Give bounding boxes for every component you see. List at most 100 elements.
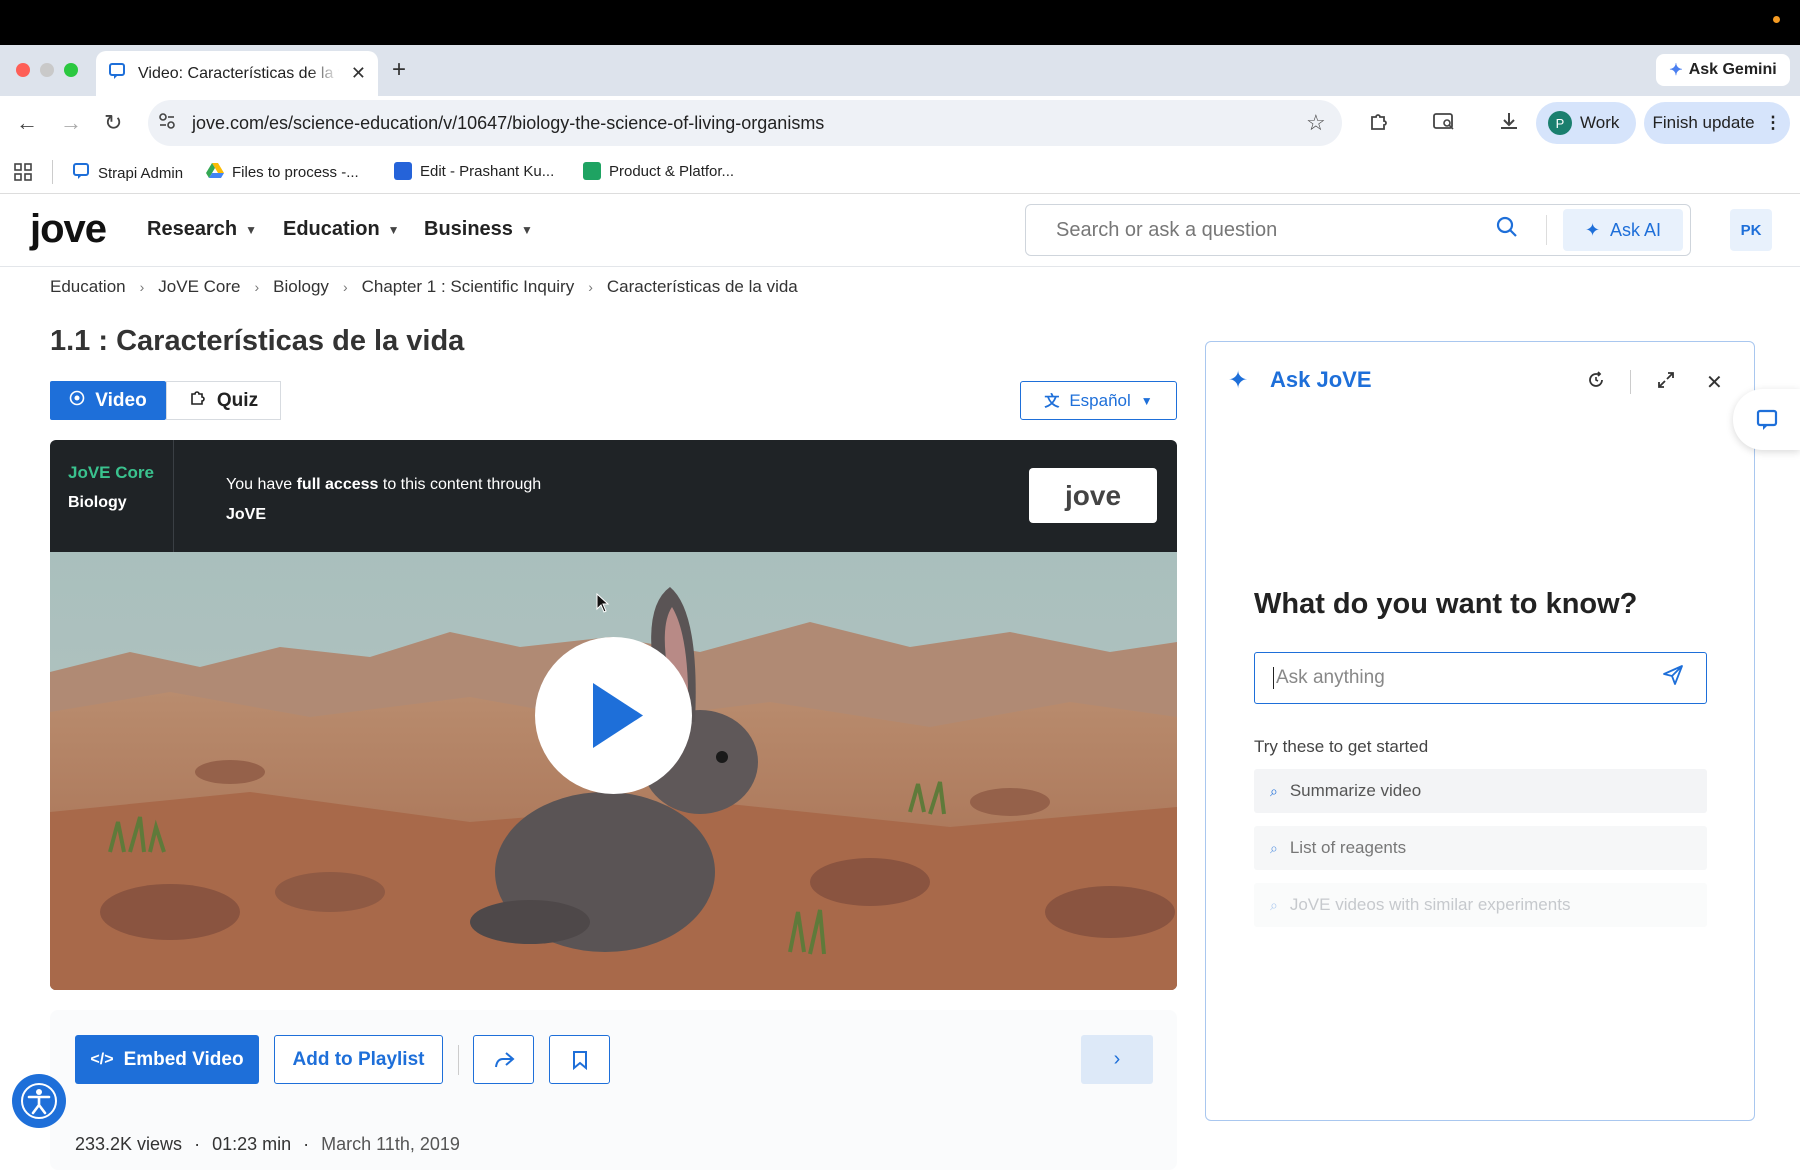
embed-video-button[interactable]: </> Embed Video — [75, 1035, 259, 1084]
suggestion-reagents[interactable]: ⌕ List of reagents — [1254, 826, 1707, 870]
chat-favicon-icon — [108, 62, 126, 85]
share-button[interactable] — [473, 1035, 534, 1084]
sparkle-icon: ✦ — [1584, 219, 1601, 240]
accessibility-icon — [21, 1083, 57, 1119]
bookmark-files[interactable]: Files to process -... — [206, 162, 359, 182]
reload-icon[interactable]: ↻ — [104, 110, 122, 136]
user-avatar[interactable]: PK — [1730, 209, 1772, 251]
profile-avatar: P — [1548, 111, 1572, 135]
chevron-down-icon: ▼ — [1140, 393, 1153, 408]
finish-update-label: Finish update — [1652, 113, 1755, 132]
gemini-sparkle-icon: ✦ — [1669, 62, 1683, 79]
bookmark-product[interactable]: Product & Platfor... — [583, 162, 734, 180]
search-placeholder: Search or ask a question — [1056, 219, 1278, 241]
google-drive-icon — [206, 162, 224, 182]
downloads-icon[interactable] — [1498, 110, 1520, 138]
chevron-right-icon: › — [342, 279, 348, 295]
history-icon[interactable] — [1586, 370, 1606, 396]
maximize-window-button[interactable] — [64, 63, 78, 77]
bookmark-edit[interactable]: Edit - Prashant Ku... — [394, 162, 554, 180]
chevron-right-icon: › — [588, 279, 593, 295]
ask-ai-button[interactable]: ✦ Ask AI — [1563, 209, 1683, 251]
jove-logo[interactable]: jove — [30, 207, 107, 252]
tab-search-icon[interactable] — [1432, 110, 1456, 138]
close-tab-icon[interactable]: ✕ — [351, 63, 366, 84]
chevron-right-icon: › — [1113, 1048, 1121, 1070]
breadcrumb-education[interactable]: Education — [50, 277, 126, 297]
accessibility-button[interactable] — [12, 1074, 66, 1128]
extensions-puzzle-icon[interactable] — [1368, 110, 1390, 138]
access-bold: full access — [296, 476, 379, 493]
ask-question-heading: What do you want to know? — [1254, 588, 1638, 620]
ask-jove-panel — [1205, 341, 1755, 1121]
strapi-chat-icon — [72, 162, 90, 184]
panel-icons-divider — [1630, 370, 1631, 394]
menu-research[interactable]: Research ▼ — [147, 218, 257, 241]
embed-label: Embed Video — [123, 1048, 244, 1070]
tab-quiz[interactable]: Quiz — [166, 381, 281, 420]
tab-video-label: Video — [95, 389, 147, 411]
provider-logo: jove — [1029, 468, 1157, 523]
menu-business[interactable]: Business ▼ — [424, 218, 533, 241]
breadcrumb-current: Características de la vida — [606, 277, 798, 296]
breadcrumb: Education › JoVE Core › Biology › Chapte… — [50, 277, 798, 297]
browser-tab-active[interactable]: Video: Características de la vida ✕ — [96, 51, 378, 96]
url-text[interactable]: jove.com/es/science-education/v/10647/bi… — [192, 113, 824, 134]
language-label: Español — [1069, 390, 1131, 410]
edit-app-icon — [394, 162, 412, 180]
bookmark-button[interactable] — [549, 1035, 610, 1084]
puzzle-icon — [189, 389, 207, 413]
finish-update-button[interactable]: Finish update ⋮ — [1644, 102, 1790, 144]
profile-button[interactable]: P Work — [1536, 102, 1636, 144]
subject-label: Biology — [68, 494, 127, 511]
bookmark-strapi[interactable]: Strapi Admin — [72, 162, 183, 184]
code-icon: </> — [90, 1050, 114, 1068]
profile-label: Work — [1580, 113, 1620, 132]
access-message: You have full access to this content thr… — [226, 470, 626, 530]
chat-icon — [1756, 409, 1777, 430]
meta-separator: · — [303, 1134, 310, 1154]
close-panel-icon[interactable]: ✕ — [1706, 370, 1723, 395]
next-video-button[interactable]: › — [1081, 1035, 1153, 1084]
status-indicator-dot — [1773, 16, 1780, 23]
bookmark-star-icon[interactable]: ☆ — [1306, 110, 1326, 136]
close-window-button[interactable] — [16, 63, 30, 77]
chevron-down-icon: ▼ — [520, 222, 533, 237]
send-icon[interactable] — [1662, 664, 1684, 692]
sheets-icon — [583, 162, 601, 180]
play-button[interactable] — [535, 637, 692, 794]
site-info-icon[interactable] — [158, 112, 176, 135]
new-tab-button[interactable]: + — [392, 56, 406, 84]
translate-icon: 文 — [1044, 393, 1060, 410]
tab-video[interactable]: Video — [50, 381, 166, 420]
suggestion-label: Summarize video — [1289, 781, 1422, 800]
ask-ai-label: Ask AI — [1610, 219, 1662, 240]
suggestion-similar[interactable]: ⌕ JoVE videos with similar experiments — [1254, 883, 1707, 927]
chevron-right-icon: › — [139, 279, 145, 295]
minimize-window-button[interactable] — [40, 63, 54, 77]
panel-title: Ask JoVE — [1270, 367, 1372, 392]
search-icon: ⌕ — [1270, 896, 1278, 913]
collection-label: JoVE Core — [68, 463, 154, 482]
expand-icon[interactable] — [1656, 370, 1676, 396]
share-icon — [494, 1051, 515, 1067]
chat-toggle-button[interactable] — [1733, 389, 1800, 450]
tab-quiz-label: Quiz — [216, 389, 259, 411]
breadcrumb-jove-core[interactable]: JoVE Core — [158, 277, 240, 297]
ask-gemini-button[interactable]: ✦ Ask Gemini — [1656, 54, 1790, 86]
language-select[interactable]: 文 Español ▼ — [1020, 381, 1177, 420]
apps-grid-icon[interactable] — [14, 163, 32, 186]
mouse-cursor — [596, 592, 610, 618]
try-label: Try these to get started — [1254, 737, 1429, 756]
forward-arrow-icon[interactable]: → — [60, 110, 82, 136]
search-icon[interactable] — [1496, 216, 1518, 244]
ask-gemini-label: Ask Gemini — [1688, 61, 1777, 78]
breadcrumb-biology[interactable]: Biology — [273, 277, 329, 297]
video-meta: 233.2K views · 01:23 min · March 11th, 2… — [75, 1134, 460, 1155]
suggestion-summarize[interactable]: ⌕ Summarize video — [1254, 769, 1707, 813]
breadcrumb-chapter[interactable]: Chapter 1 : Scientific Inquiry — [362, 277, 575, 297]
menu-education[interactable]: Education ▼ — [283, 218, 400, 241]
add-to-playlist-button[interactable]: Add to Playlist — [274, 1035, 443, 1084]
back-arrow-icon[interactable]: ← — [16, 110, 38, 136]
views-count: 233.2K views — [75, 1134, 183, 1154]
